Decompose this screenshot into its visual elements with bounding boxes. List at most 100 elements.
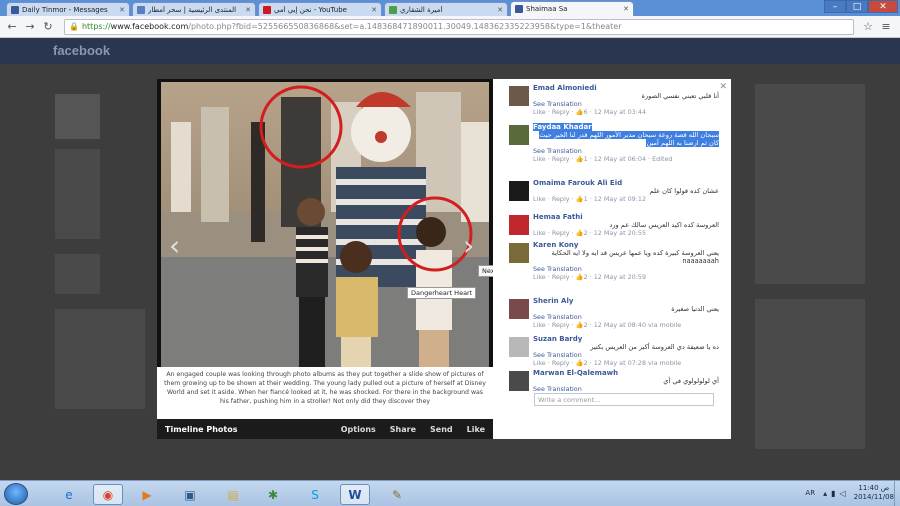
right-column	[755, 84, 865, 284]
tab-1[interactable]: Daily Tinmor - Messages ✕	[6, 2, 130, 16]
comment-meta[interactable]: Like · Reply · 👍6 · 12 May at 03:44	[533, 108, 719, 116]
close-tab-icon[interactable]: ✕	[623, 5, 629, 13]
minimize-button[interactable]: –	[824, 0, 846, 13]
tab-title: أميرة الشقاري	[400, 5, 443, 14]
tab-active[interactable]: Shaimaa Sa ✕	[510, 1, 634, 16]
avatar[interactable]	[509, 299, 529, 319]
url-host: www.facebook.com	[110, 22, 189, 31]
next-photo-icon[interactable]: ›	[463, 229, 474, 262]
previous-photo-icon[interactable]: ‹	[169, 229, 180, 262]
tab-title: Shaimaa Sa	[526, 5, 568, 13]
address-bar[interactable]: 🔒 https:// www.facebook.com /photo.php?f…	[64, 18, 854, 35]
word-icon[interactable]: W	[340, 484, 370, 505]
forward-icon[interactable]: →	[22, 19, 38, 35]
folder-icon[interactable]: ▤	[218, 484, 248, 505]
close-tab-icon[interactable]: ✕	[245, 6, 251, 14]
comment-text: أي لولولولوي في أي	[663, 377, 719, 385]
share-button[interactable]: Share	[390, 425, 416, 434]
network-tray-icon[interactable]: ▮	[831, 489, 835, 498]
comment-text: عشان كده قولوا كان علم	[649, 187, 719, 195]
sidebar-block	[55, 254, 100, 294]
comment-text: ده يا ضعيفة دي العروسة أكبر من العريس بك…	[590, 343, 719, 351]
commenter-name[interactable]: Sherin Aly	[533, 297, 719, 305]
comment-meta[interactable]: Like · Reply · 👍2 · 12 May at 20:55	[533, 229, 719, 237]
tray-arrow-icon[interactable]: ▴	[823, 489, 827, 498]
see-translation-link[interactable]: See Translation	[533, 313, 582, 321]
reload-icon[interactable]: ↻	[40, 19, 56, 35]
back-icon[interactable]: ←	[4, 19, 20, 35]
commenter-name[interactable]: Hemaa Fathi	[533, 213, 719, 221]
commenter-name[interactable]: Emad Almoniedi	[533, 84, 719, 92]
close-tab-icon[interactable]: ✕	[371, 6, 377, 14]
comment-meta[interactable]: Like · Reply · 👍2 · 12 May at 07:28 via …	[533, 359, 719, 367]
commenter-name[interactable]: Suzan Bardy	[533, 335, 719, 343]
browser-toolbar: ← → ↻ 🔒 https:// www.facebook.com /photo…	[0, 16, 900, 38]
comment-meta[interactable]: Like · Reply · 👍2 · 12 May at 08:40 via …	[533, 321, 719, 329]
photo-theater: ‹ › Next Dangerheart Heart An engaged co…	[157, 79, 731, 439]
close-window-button[interactable]: ✕	[868, 0, 898, 13]
see-translation-link[interactable]: See Translation	[533, 265, 582, 273]
commenter-name[interactable]: Omaima Farouk Ali Eid	[533, 179, 719, 187]
comment-meta[interactable]: Like · Reply · 👍2 · 12 May at 20:59	[533, 273, 719, 281]
commenter-name[interactable]: Karen Kony	[533, 241, 719, 249]
menu-icon[interactable]: ≡	[878, 19, 894, 35]
send-button[interactable]: Send	[430, 425, 453, 434]
tab-title: المنتدى الرئيسية | سحر أمطار	[148, 5, 237, 14]
show-desktop-button[interactable]	[894, 481, 900, 506]
clock-time: 11:40 ص	[858, 484, 890, 492]
screen-icon[interactable]: ▣	[175, 484, 205, 505]
tab-4[interactable]: أميرة الشقاري ✕	[384, 2, 508, 16]
commenter-name[interactable]: Faydaa Khadar	[533, 123, 592, 131]
close-tab-icon[interactable]: ✕	[119, 6, 125, 14]
tab-3[interactable]: نحن إيي أمي - YouTube ✕	[258, 2, 382, 16]
paint-icon[interactable]: ✎	[382, 484, 412, 505]
like-button[interactable]: Like	[467, 425, 485, 434]
comment-meta[interactable]: Like · Reply · 👍1 · 12 May at 09:12	[533, 195, 719, 203]
skype-icon[interactable]: S	[300, 484, 330, 505]
avatar[interactable]	[509, 243, 529, 263]
avatar[interactable]	[509, 337, 529, 357]
clock[interactable]: 11:40 ص 2014/11/08	[854, 484, 894, 502]
comment-text: أنا قلبي تعبني نفسي الصورة	[641, 92, 719, 100]
url-path: /photo.php?fbid=525566550836868&set=a.14…	[188, 22, 622, 31]
see-translation-link[interactable]: See Translation	[533, 351, 582, 359]
close-icon[interactable]: ✕	[719, 82, 727, 92]
facebook-page: facebook ‹ › Next Dangerheart Heart An e…	[0, 39, 900, 480]
tab-2[interactable]: المنتدى الرئيسية | سحر أمطار ✕	[132, 2, 256, 16]
clock-date: 2014/11/08	[853, 493, 894, 501]
comment-text: يعني العروسة كبيرة كده ويا عمها عريس قد …	[551, 249, 719, 265]
album-link[interactable]: Timeline Photos	[165, 425, 327, 434]
avatar[interactable]	[509, 86, 529, 106]
vintage-photo[interactable]	[161, 82, 489, 367]
comment-meta[interactable]: Like · Reply · 👍1 · 12 May at 06:04 · Ed…	[533, 155, 719, 163]
photo-tag-label[interactable]: Dangerheart Heart	[407, 287, 477, 299]
photo-caption: An engaged couple was looking through ph…	[157, 367, 493, 419]
windows-taskbar: e ◉ ▶ ▣ ▤ ✱ S W ✎ AR ▴ ▮ ◁ 11:40 ص 2014/…	[0, 480, 900, 506]
ie-icon[interactable]: e	[54, 484, 84, 505]
see-translation-link[interactable]: See Translation	[533, 385, 582, 393]
forum-favicon-icon	[137, 5, 145, 14]
avatar[interactable]	[509, 215, 529, 235]
media-player-icon[interactable]: ▶	[132, 484, 162, 505]
avatar[interactable]	[509, 125, 529, 145]
comments-panel: ✕ Emad Almoniedi أنا قلبي تعبني نفسي الص…	[493, 79, 731, 439]
avatar[interactable]	[509, 181, 529, 201]
network-icon[interactable]: ✱	[258, 484, 288, 505]
see-translation-link[interactable]: See Translation	[533, 147, 582, 155]
star-icon[interactable]: ☆	[860, 19, 876, 35]
avatar[interactable]	[509, 371, 529, 391]
system-tray: AR ▴ ▮ ◁ 11:40 ص 2014/11/08	[805, 484, 894, 502]
close-tab-icon[interactable]: ✕	[497, 6, 503, 14]
start-button[interactable]	[4, 483, 28, 505]
options-button[interactable]: Options	[341, 425, 376, 434]
language-indicator[interactable]: AR	[805, 489, 815, 497]
volume-icon[interactable]: ◁	[839, 489, 845, 498]
chrome-icon[interactable]: ◉	[93, 484, 123, 505]
comment-input[interactable]: Write a comment...	[534, 393, 714, 406]
see-translation-link[interactable]: See Translation	[533, 100, 582, 108]
maximize-button[interactable]: □	[846, 0, 868, 13]
photo-action-bar: Timeline Photos Options Share Send Like	[157, 419, 493, 439]
commenter-name[interactable]: Marwan El-Qalemawh	[533, 369, 719, 377]
comment-text: العروسة كده اكيد العريس سالك عم ورد	[609, 221, 719, 229]
facebook-logo: facebook	[53, 43, 111, 58]
